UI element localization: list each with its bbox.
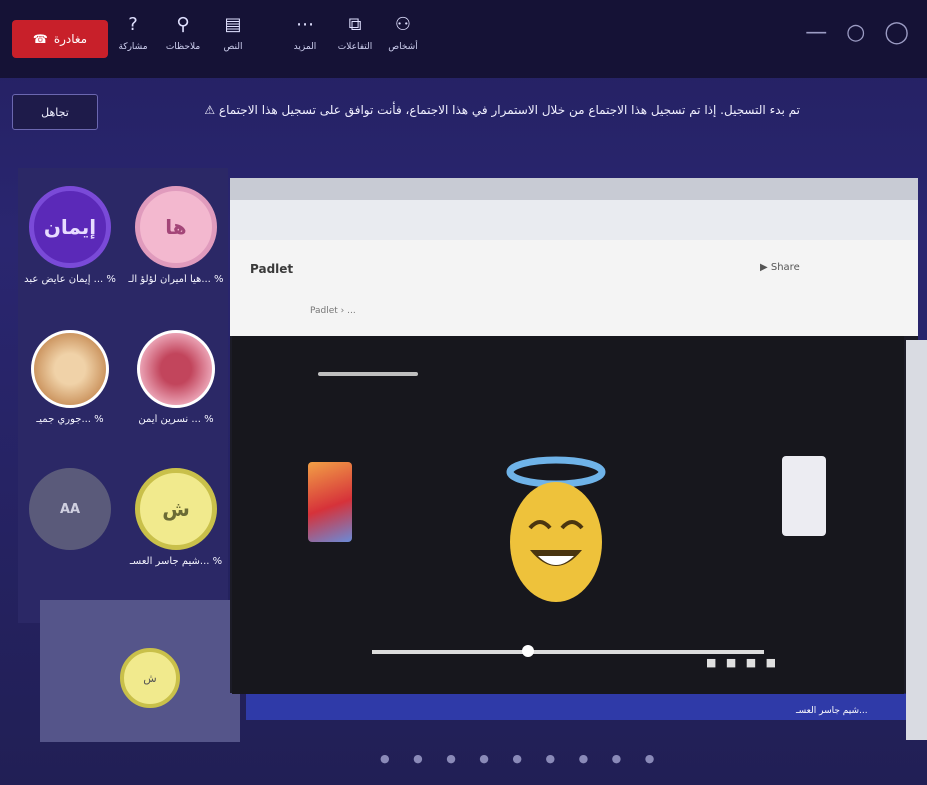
browser-tab-strip[interactable]: [230, 178, 918, 200]
tool-label: ملاحظات: [165, 42, 201, 52]
recording-notice: ⚠ تم بدء التسجيل. إذا تم تسجيل هذا الاجت…: [204, 103, 800, 117]
leave-button[interactable]: ☎ مغادرة: [12, 20, 108, 58]
question-mark-icon: ?: [128, 14, 138, 35]
participant-tile[interactable]: ها هيا أميران لؤلؤ الـ... %: [126, 174, 226, 304]
progress-knob[interactable]: [522, 645, 534, 657]
tool-label: أشخاص: [388, 42, 418, 52]
participant-tile[interactable]: نسرين أيمن ... %: [126, 318, 226, 448]
site-header: [230, 240, 918, 336]
participant-tile[interactable]: ش شيم جاسر العسـ... %: [126, 456, 226, 586]
card-image-right[interactable]: [782, 456, 826, 536]
avatar: إيمان: [29, 186, 111, 268]
tool-people[interactable]: ⚇ أشخاص: [380, 10, 426, 68]
avatar: [137, 330, 215, 408]
share-icon: ⧉: [348, 14, 362, 35]
self-avatar[interactable]: ش: [120, 648, 180, 708]
participant-name: نسرين أيمن ... %: [138, 414, 214, 425]
tool-text[interactable]: ▤ النص: [210, 10, 256, 68]
participant-name: إيمان عايض عبد ... %: [24, 274, 116, 285]
video-progress-bar[interactable]: [372, 650, 764, 654]
tool-label: المزيد: [293, 42, 317, 52]
dismiss-button[interactable]: تجاهل: [12, 94, 98, 130]
site-logo[interactable]: Padlet: [250, 262, 293, 276]
leave-button-label: مغادرة: [53, 32, 88, 46]
participant-tile[interactable]: جوري جميـ... %: [20, 318, 120, 448]
participant-name: جوري جميـ... %: [36, 414, 104, 425]
tool-reactions[interactable]: ⧉ التفاعلات: [332, 10, 378, 68]
tool-label: التفاعلات: [337, 42, 373, 52]
avatar: ها: [135, 186, 217, 268]
stage-caption: [318, 372, 418, 376]
chat-panel-edge: [906, 340, 927, 740]
taskbar-presenter-label: شيم جاسر العسـ...: [796, 706, 868, 716]
participant-name: شيم جاسر العسـ... %: [129, 556, 223, 567]
tool-more[interactable]: ⋯ المزيد: [282, 10, 328, 68]
avatar: AA: [29, 468, 111, 550]
person-icon: ⚲: [176, 14, 190, 35]
tool-label: مشاركة: [118, 42, 148, 52]
tool-share[interactable]: ? مشاركة: [110, 10, 156, 68]
participant-tile[interactable]: AA: [20, 456, 120, 586]
participants-panel: ها هيا أميران لؤلؤ الـ... % إيمان إيمان …: [18, 168, 228, 623]
window-controls[interactable]: — ○ ◯: [805, 20, 915, 45]
participant-tile[interactable]: إيمان إيمان عايض عبد ... %: [20, 174, 120, 304]
card-image-left[interactable]: [308, 462, 352, 542]
breadcrumb: Padlet › ...: [310, 306, 356, 316]
meeting-toolbar: ☎ مغادرة ? مشاركة ⚲ ملاحظات ▤ النص ⋯ الم…: [0, 0, 927, 78]
halo-smile-emoji-icon: [506, 456, 606, 602]
tool-notes[interactable]: ⚲ ملاحظات: [160, 10, 206, 68]
more-icon: ⋯: [296, 14, 314, 35]
notebook-icon: ▤: [224, 14, 242, 35]
browser-address-bar[interactable]: [230, 200, 918, 240]
avatar: ش: [135, 468, 217, 550]
tool-label: النص: [223, 42, 243, 52]
participant-name: هيا أميران لؤلؤ الـ... %: [128, 274, 224, 285]
site-share-button[interactable]: ▶ Share: [760, 262, 800, 273]
player-controls[interactable]: ■ ■ ■ ■: [706, 656, 779, 669]
phone-icon: ☎: [32, 32, 48, 46]
avatar: [31, 330, 109, 408]
people-icon: ⚇: [394, 14, 412, 35]
page-indicator[interactable]: ● ● ● ● ● ● ● ● ●: [380, 752, 664, 765]
